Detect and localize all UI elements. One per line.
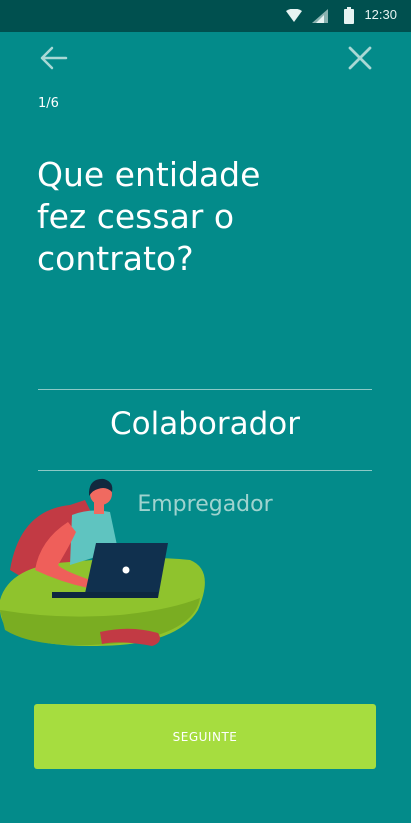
option-colaborador[interactable]: Colaborador — [38, 406, 372, 442]
question-line: fez cessar o — [37, 197, 235, 236]
step-indicator: 1/6 — [38, 96, 59, 111]
close-button[interactable] — [346, 44, 374, 72]
question-line: Que entidade — [37, 155, 261, 194]
question-line: contrato? — [37, 239, 194, 278]
wifi-icon — [286, 9, 302, 22]
picker-divider-top — [38, 389, 372, 390]
close-icon — [348, 46, 372, 70]
back-button[interactable] — [38, 44, 68, 72]
next-button[interactable]: SEGUINTE — [34, 704, 376, 769]
question-title: Que entidade fez cessar o contrato? — [37, 154, 367, 280]
signal-icon — [312, 9, 328, 23]
arrow-left-icon — [40, 46, 68, 70]
option-empregador[interactable]: Empregador — [38, 492, 372, 517]
clock-time: 12:30 — [364, 7, 397, 22]
status-bar: 12:30 — [0, 0, 411, 32]
battery-icon — [344, 7, 354, 24]
